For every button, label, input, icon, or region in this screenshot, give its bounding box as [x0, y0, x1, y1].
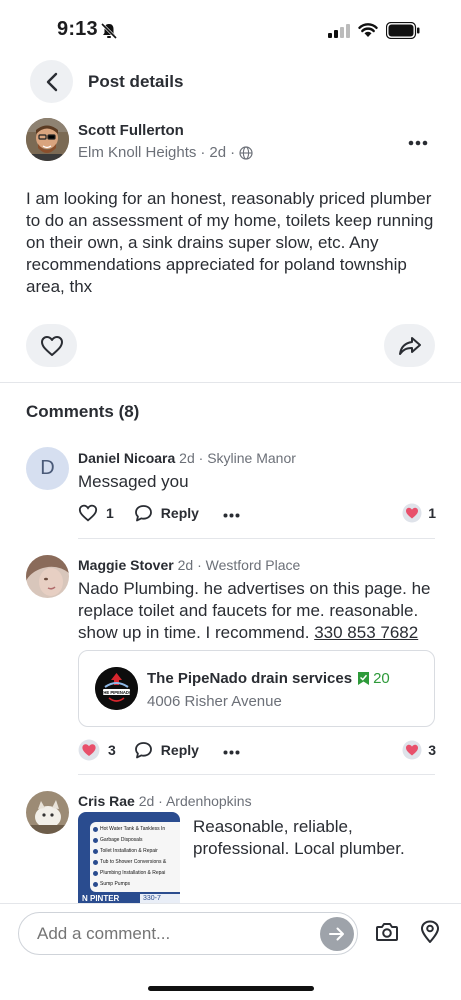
- like-button[interactable]: [26, 324, 77, 367]
- heart-reaction-icon: [78, 739, 100, 761]
- author-meta: Elm Knoll Heights · 2d ·: [78, 144, 253, 161]
- post-age: 2d: [209, 144, 227, 161]
- comment-like-button[interactable]: 3: [78, 739, 116, 761]
- comment-text: Messaged you: [78, 472, 189, 491]
- camera-button[interactable]: [375, 921, 399, 948]
- back-button[interactable]: [30, 60, 73, 103]
- section-divider: [0, 382, 461, 383]
- comment-input[interactable]: [18, 912, 358, 955]
- commenter-avatar[interactable]: [26, 791, 69, 834]
- share-button[interactable]: [384, 324, 435, 367]
- home-indicator: [148, 986, 314, 991]
- flyer-item: Hot Water Tank & Tankless In: [93, 826, 177, 832]
- page-title: Post details: [88, 72, 184, 91]
- author-neighborhood[interactable]: Elm Knoll Heights: [78, 144, 196, 161]
- recommendation-count: 20: [373, 670, 390, 687]
- flyer-item: Toilet Installation & Repair: [93, 848, 177, 854]
- comment-divider: [78, 538, 435, 539]
- more-horizontal-icon: [408, 140, 428, 146]
- business-card[interactable]: THE PIPENADO The PipeNado drain services…: [78, 650, 435, 727]
- author-avatar[interactable]: [26, 118, 69, 161]
- flyer-service-list: Hot Water Tank & Tankless In Garbage Dis…: [90, 822, 180, 892]
- speech-bubble-icon: [134, 505, 152, 522]
- reply-label: Reply: [160, 742, 199, 758]
- commenter-avatar[interactable]: D: [26, 447, 69, 490]
- reply-label: Reply: [160, 505, 199, 521]
- commenter-name[interactable]: Cris Rae: [78, 793, 135, 809]
- author-name[interactable]: Scott Fullerton: [78, 122, 184, 139]
- comment-like-count: 3: [108, 742, 116, 758]
- more-horizontal-icon: [223, 513, 240, 518]
- flyer-item: Plumbing Installation & Repai: [93, 870, 177, 876]
- send-button[interactable]: [320, 917, 354, 951]
- commenter-name[interactable]: Maggie Stover: [78, 557, 174, 573]
- flyer-item: Tub to Shower Conversions &: [93, 859, 177, 865]
- attached-flyer-image[interactable]: Hot Water Tank & Tankless In Garbage Dis…: [78, 812, 180, 904]
- comment-like-button[interactable]: 1: [78, 504, 114, 522]
- comment-header: Maggie Stover 2d · Westford Place: [78, 557, 300, 573]
- globe-icon: [239, 145, 253, 160]
- business-name: The PipeNado drain services: [147, 670, 353, 687]
- arrow-right-icon: [329, 927, 344, 941]
- speech-bubble-icon: [134, 742, 152, 759]
- heart-icon: [78, 504, 98, 522]
- commenter-name[interactable]: Daniel Nicoara: [78, 450, 175, 466]
- comment-age: 2d: [138, 793, 155, 809]
- comment-age: 2d: [179, 450, 195, 466]
- map-pin-icon: [421, 920, 439, 943]
- comment-actions: 1 Reply 1: [78, 503, 436, 523]
- meta-separator: ·: [197, 557, 202, 573]
- meta-separator: ·: [158, 793, 163, 809]
- bell-muted-icon: [100, 22, 118, 40]
- battery-icon: [386, 22, 420, 39]
- commenter-neighborhood[interactable]: Westford Place: [206, 557, 301, 573]
- post-body: I am looking for an honest, reasonably p…: [26, 189, 434, 296]
- flyer-item: Sump Pumps: [93, 881, 177, 887]
- cellular-signal-icon: [328, 24, 350, 38]
- business-logo-text: THE PIPENADO: [101, 690, 133, 695]
- heart-reaction-icon: [402, 503, 422, 523]
- comment-text: Nado Plumbing. he advertises on this pag…: [78, 578, 438, 644]
- more-options-button[interactable]: [408, 126, 428, 152]
- chevron-left-icon: [46, 72, 57, 91]
- commenter-neighborhood[interactable]: Skyline Manor: [207, 450, 296, 466]
- meta-separator: ·: [200, 144, 206, 161]
- meta-separator: ·: [230, 144, 236, 161]
- wifi-icon: [358, 23, 378, 37]
- heart-icon: [40, 335, 63, 356]
- status-time: 9:13: [57, 18, 98, 40]
- reply-button[interactable]: Reply: [134, 741, 199, 759]
- reaction-summary[interactable]: 3: [402, 740, 436, 760]
- comment-more-button[interactable]: [223, 505, 240, 521]
- reply-button[interactable]: Reply: [134, 504, 199, 522]
- comments-heading: Comments (8): [26, 402, 140, 421]
- camera-icon: [376, 923, 398, 941]
- share-icon: [398, 336, 421, 355]
- business-name-row: The PipeNado drain services 20: [147, 670, 390, 687]
- comment-header: Cris Rae 2d · Ardenhopkins: [78, 793, 252, 809]
- phone-link[interactable]: 330 853 7682: [314, 623, 418, 642]
- business-logo: THE PIPENADO: [95, 667, 138, 710]
- heart-reaction-icon: [402, 740, 422, 760]
- recommendation-ribbon-icon: [358, 672, 370, 685]
- comment-header: Daniel Nicoara 2d · Skyline Manor: [78, 450, 296, 466]
- comment-like-count: 1: [106, 505, 114, 521]
- reaction-count: 1: [428, 505, 436, 521]
- comment-text: Reasonable, reliable, professional. Loca…: [193, 817, 405, 858]
- comment-more-button[interactable]: [223, 742, 240, 758]
- business-address: 4006 Risher Avenue: [147, 693, 282, 710]
- location-button[interactable]: [420, 920, 440, 949]
- flyer-item: Garbage Disposals: [93, 837, 177, 843]
- reaction-count: 3: [428, 742, 436, 758]
- reaction-summary[interactable]: 1: [402, 503, 436, 523]
- meta-separator: ·: [198, 450, 204, 466]
- commenter-neighborhood[interactable]: Ardenhopkins: [166, 793, 252, 809]
- more-horizontal-icon: [223, 750, 240, 755]
- business-recommendations: 20: [357, 670, 390, 687]
- comment-age: 2d: [177, 557, 194, 573]
- comment-divider: [78, 774, 435, 775]
- commenter-avatar[interactable]: [26, 555, 69, 598]
- comment-actions: 3 Reply 3: [78, 739, 436, 761]
